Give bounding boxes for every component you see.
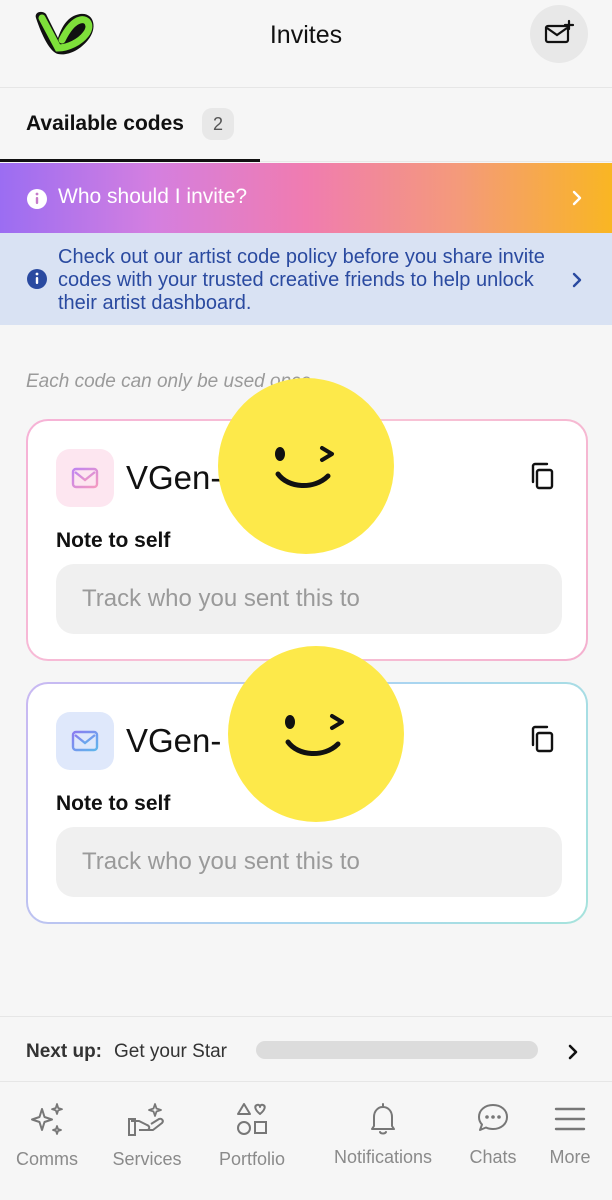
hand-star-icon bbox=[128, 1103, 164, 1136]
who-to-invite-banner[interactable]: Who should I invite? bbox=[0, 163, 612, 233]
count-badge: 2 bbox=[202, 108, 234, 140]
chevron-right-icon bbox=[572, 190, 582, 206]
mail-plus-icon bbox=[544, 19, 575, 44]
policy-text: Check out our artist code policy before … bbox=[58, 246, 545, 314]
nav-label: Portfolio bbox=[218, 1149, 286, 1169]
page-title: Invites bbox=[269, 21, 343, 49]
code-envelope-tile bbox=[56, 449, 114, 507]
wink-face-icon bbox=[275, 446, 334, 488]
invite-code: VGen- bbox=[126, 459, 222, 496]
nav-label: Services bbox=[112, 1149, 182, 1169]
info-icon bbox=[27, 269, 47, 289]
code-policy-banner[interactable]: Check out our artist code policy before … bbox=[0, 233, 612, 325]
chevron-right-icon bbox=[568, 1044, 578, 1060]
info-icon bbox=[27, 189, 47, 209]
note-to-self-input[interactable] bbox=[56, 564, 562, 634]
invite-code: VGen- bbox=[126, 722, 222, 759]
app-header: Invites bbox=[0, 0, 612, 88]
note-to-self-input[interactable] bbox=[56, 827, 562, 897]
code-envelope-tile bbox=[56, 712, 114, 770]
tab-available-codes[interactable]: Available codes 2 bbox=[0, 88, 260, 162]
nav-item-portfolio[interactable]: Portfolio bbox=[197, 1101, 307, 1170]
next-up-bar[interactable]: Next up: Get your Star bbox=[0, 1016, 612, 1082]
copy-icon[interactable] bbox=[528, 724, 556, 754]
bottom-nav: Comms Services Portfolio Notifications C… bbox=[0, 1083, 612, 1200]
progress-bar bbox=[256, 1041, 538, 1059]
winking-face-sticker bbox=[218, 378, 394, 554]
next-up-value: Get your Star bbox=[114, 1041, 227, 1062]
sparkles-icon bbox=[31, 1103, 63, 1135]
next-up-label: Next up: bbox=[26, 1041, 102, 1062]
send-invite-button[interactable] bbox=[530, 5, 588, 63]
tab-label: Available codes bbox=[26, 112, 184, 135]
envelope-icon bbox=[71, 467, 99, 489]
nav-label: Comms bbox=[16, 1149, 78, 1169]
nav-label: Notifications bbox=[333, 1147, 433, 1167]
note-label: Note to self bbox=[56, 529, 171, 552]
banner-text: Who should I invite? bbox=[58, 185, 248, 208]
nav-item-more[interactable]: More bbox=[515, 1101, 612, 1168]
chat-bubble-icon bbox=[478, 1104, 508, 1131]
nav-label: More bbox=[549, 1147, 591, 1167]
tab-bar: Available codes 2 bbox=[0, 88, 612, 162]
menu-icon bbox=[554, 1107, 586, 1131]
envelope-icon bbox=[71, 730, 99, 752]
copy-icon[interactable] bbox=[528, 461, 556, 491]
bell-icon bbox=[371, 1103, 395, 1135]
shapes-icon bbox=[237, 1103, 267, 1135]
note-label: Note to self bbox=[56, 792, 171, 815]
nav-label: Chats bbox=[469, 1147, 517, 1167]
nav-item-comms[interactable]: Comms bbox=[0, 1101, 102, 1170]
wink-face-icon bbox=[285, 714, 344, 756]
chevron-right-icon bbox=[572, 272, 582, 288]
nav-item-notifications[interactable]: Notifications bbox=[328, 1101, 438, 1168]
winking-face-sticker bbox=[228, 646, 404, 822]
nav-item-services[interactable]: Services bbox=[92, 1101, 202, 1170]
